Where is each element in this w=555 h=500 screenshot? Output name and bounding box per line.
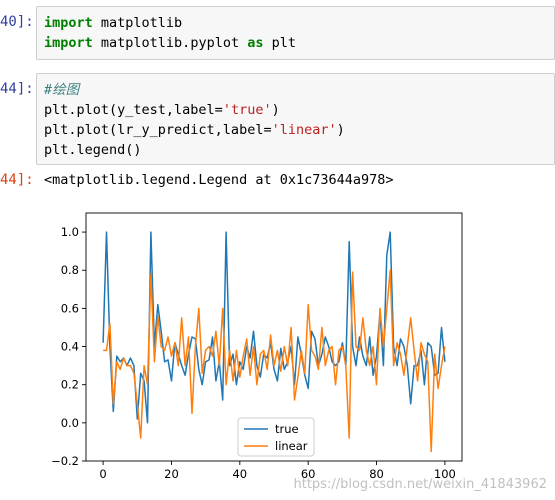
y-tick-label: 0.6: [61, 301, 79, 315]
y-tick-label: −0.2: [51, 454, 79, 468]
output-prompt: 44]:: [0, 172, 34, 188]
y-tick-label: 1.0: [61, 225, 79, 239]
y-tick-label: 0.4: [61, 340, 79, 354]
x-tick-label: 40: [232, 467, 247, 481]
code-line: import matplotlib: [44, 13, 547, 33]
code-cell-plot[interactable]: #绘图 plt.plot(y_test,label='true') plt.plot…: [36, 73, 555, 165]
code-token: import: [44, 35, 93, 51]
code-token: ): [271, 102, 280, 118]
x-tick-label: 0: [99, 467, 106, 481]
code-line: #绘图: [44, 80, 547, 100]
code-cell-imports[interactable]: import matplotlib import matplotlib.pyplo…: [36, 6, 555, 60]
code-token: #绘图: [44, 82, 80, 98]
code-token: as: [247, 35, 264, 51]
legend-label-linear: linear: [275, 439, 308, 453]
code-token: plt.plot(lr_y_predict,label=: [44, 122, 272, 138]
code-token: import: [44, 15, 93, 31]
code-token: 'linear': [271, 122, 337, 138]
series-line-true: [102, 231, 446, 424]
y-tick-label: 0.2: [61, 378, 79, 392]
code-line: plt.plot(y_test,label='true'): [44, 100, 547, 120]
code-line: plt.legend(): [44, 140, 547, 160]
cell-prompt: 40]:: [0, 14, 34, 30]
code-line: plt.plot(lr_y_predict,label='linear'): [44, 120, 547, 140]
code-line: import matplotlib.pyplot as plt: [44, 33, 547, 53]
cell-prompt: 44]:: [0, 81, 34, 97]
y-tick-label: 0.0: [61, 416, 79, 430]
code-token: 'true': [222, 102, 272, 118]
line-chart: 0 20 40 60 80 100−0.20.00.20.40.60.81.0trueli…: [51, 212, 463, 481]
y-tick-label: 0.8: [61, 263, 79, 277]
legend-label-true: true: [275, 422, 299, 436]
code-token: matplotlib.pyplot: [92, 35, 248, 51]
code-token: plt.plot(y_test,label=: [44, 102, 223, 118]
watermark: https://blog.csdn.net/weixin_41843962: [293, 477, 547, 492]
code-token: ): [336, 122, 345, 138]
output-text: <matplotlib.legend.Legend at 0x1c73644a9…: [44, 172, 394, 188]
code-token: plt: [263, 35, 296, 51]
x-tick-label: 20: [164, 467, 179, 481]
code-token: matplotlib: [92, 15, 183, 31]
code-token: plt.legend(): [44, 142, 142, 158]
